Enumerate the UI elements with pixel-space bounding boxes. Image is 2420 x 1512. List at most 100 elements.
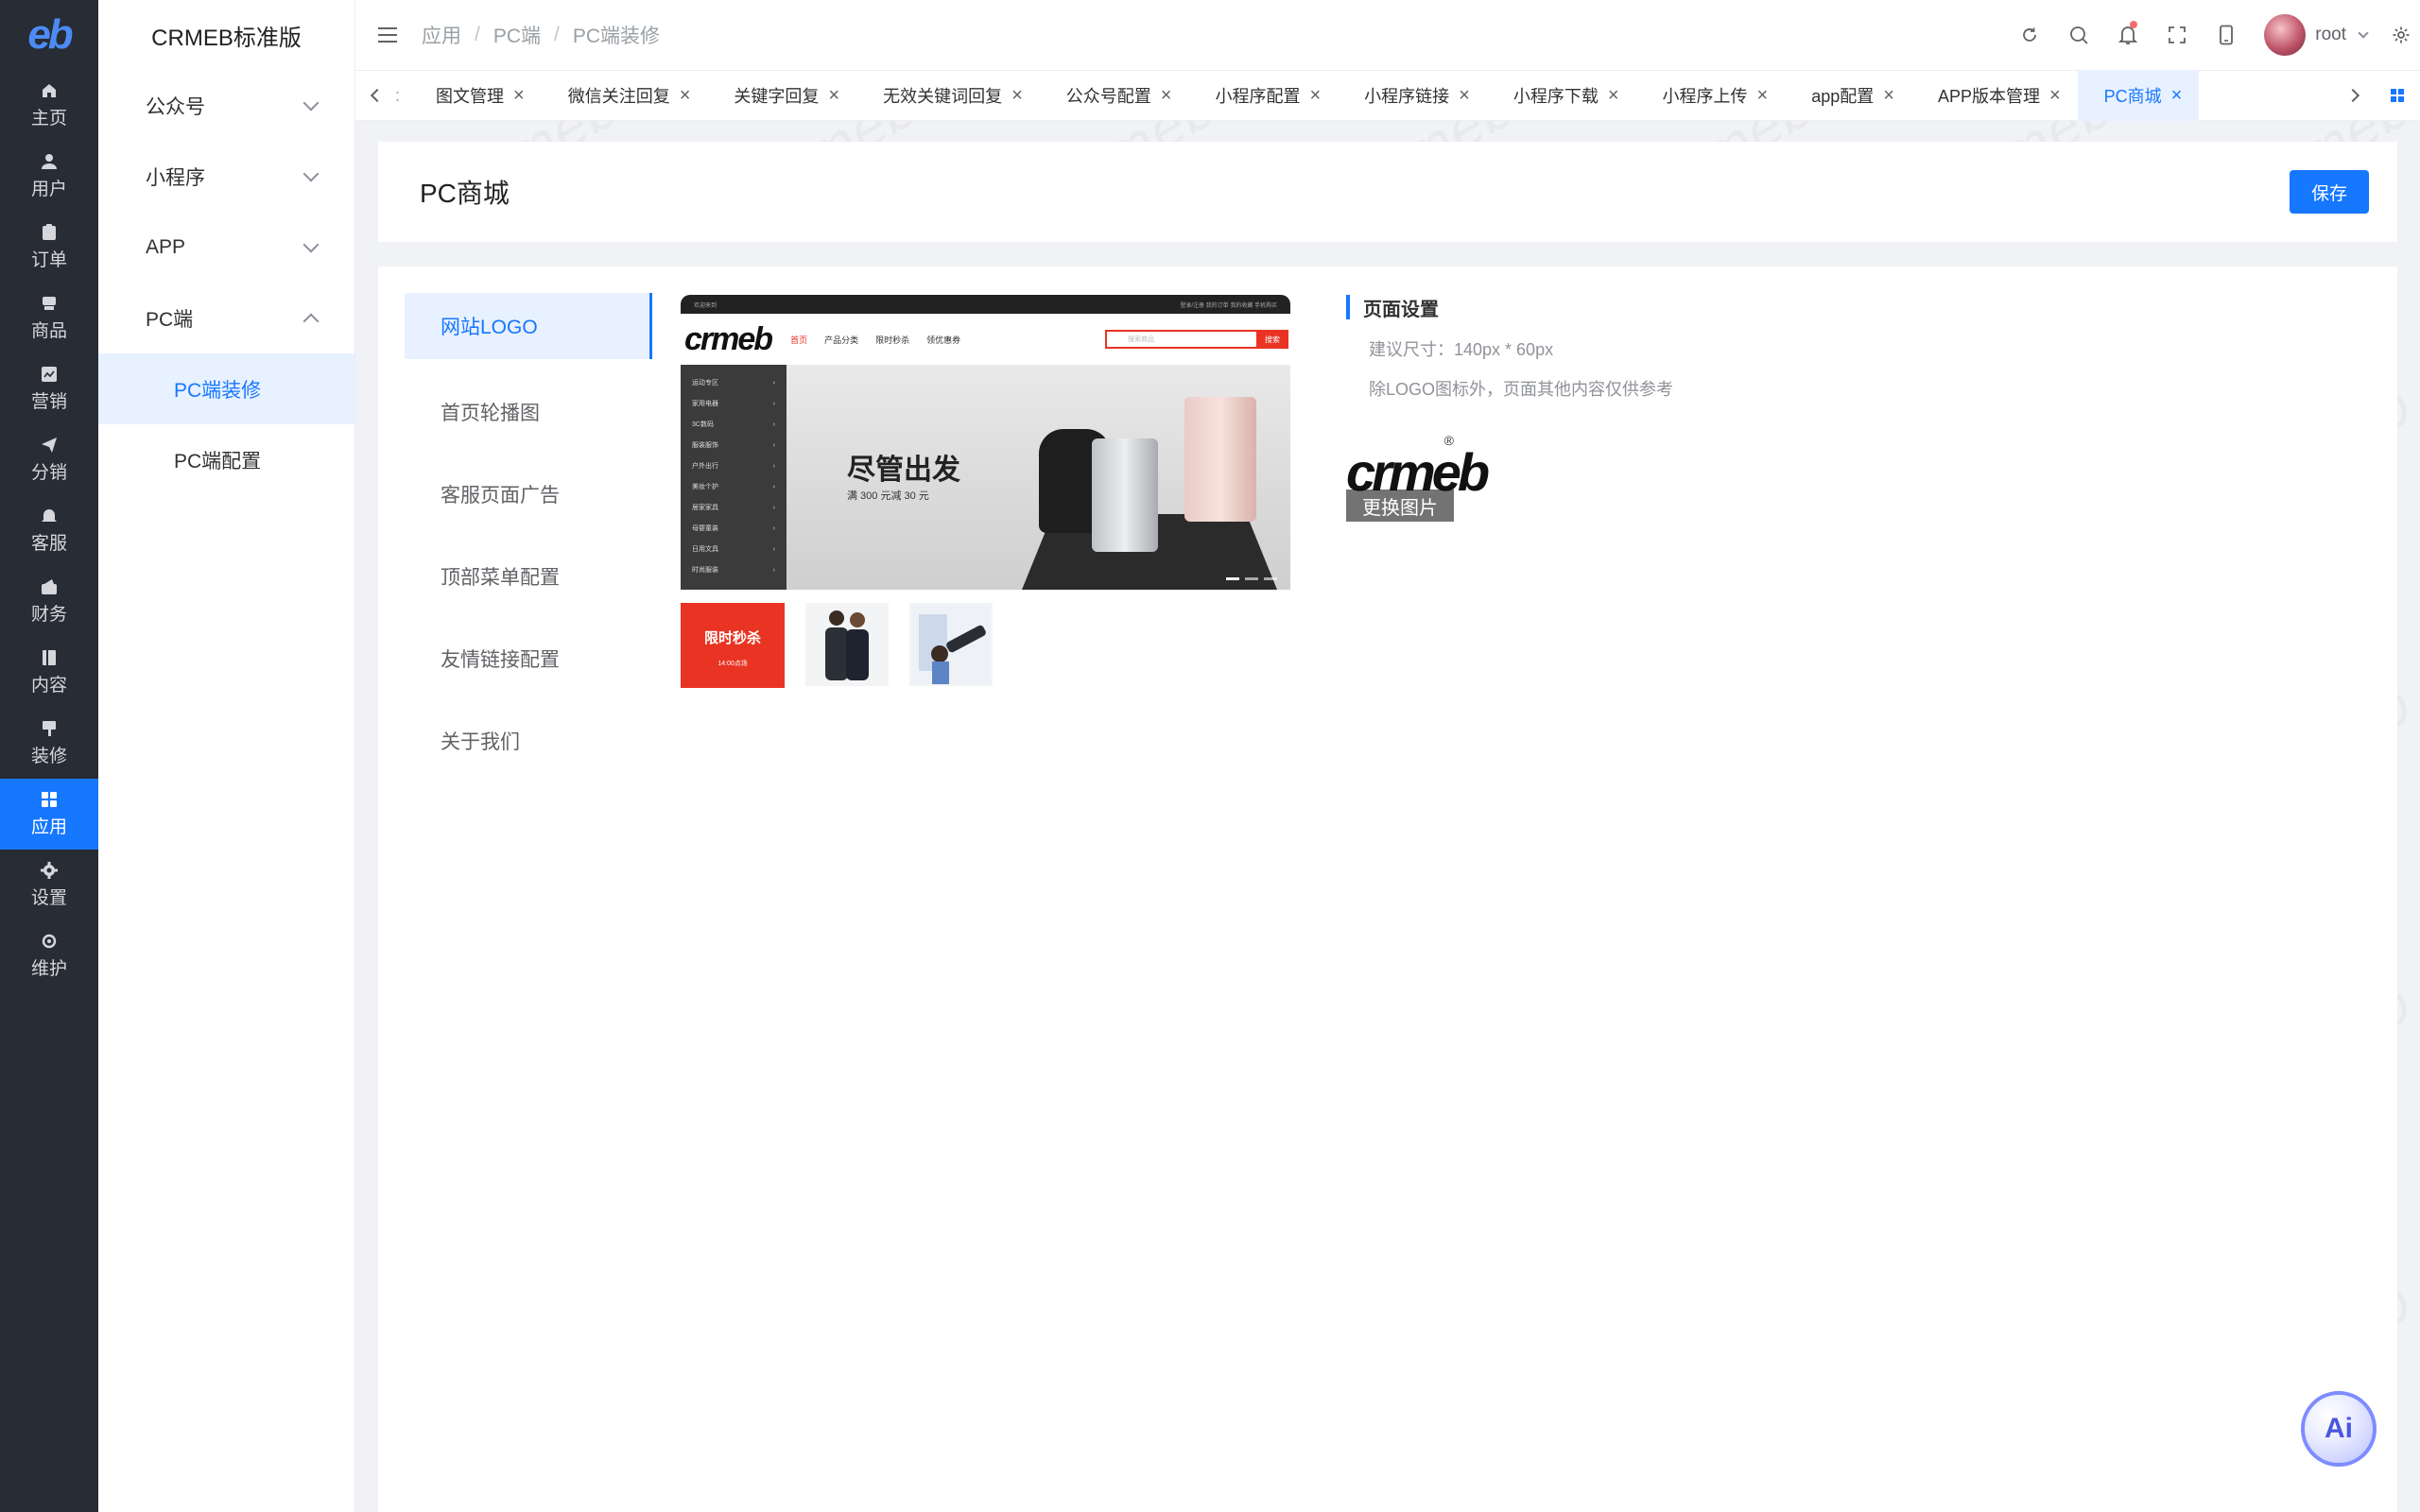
settings-title: 页面设置 [1346,295,1913,320]
rail-item-service[interactable]: 客服 [0,495,98,566]
rail-item-label: 财务 [30,605,67,625]
rail-item-apps[interactable]: 应用 [0,779,98,850]
close-icon[interactable]: × [1608,86,1619,105]
tab-item[interactable]: 图文管理 × [409,70,542,121]
apps-icon [40,790,59,809]
top-header: 应用 / PC端 / PC端装修 root [355,0,2420,70]
save-button[interactable]: 保存 [2290,170,2369,214]
tab-item[interactable]: PC商城 × [2077,70,2200,121]
close-icon[interactable]: × [828,86,839,105]
config-menu-item[interactable]: 关于我们 [405,699,652,782]
fullscreen-icon[interactable] [2152,0,2202,70]
tab-item[interactable]: APP版本管理 × [1911,70,2078,121]
breadcrumb-item[interactable]: 应用 [422,21,461,49]
config-menu-item[interactable]: 顶部菜单配置 [405,535,652,617]
refresh-icon[interactable] [2005,0,2054,70]
sidebar-group-pc[interactable]: PC端 [98,283,354,353]
rail-item-label: 商品 [30,321,67,341]
tab-item[interactable]: 公众号配置 × [1040,70,1189,121]
ai-assistant-button[interactable]: Ai [2301,1391,2377,1467]
config-menu: 网站LOGO 首页轮播图 客服页面广告 顶部菜单配置 友情链接配置 关于我们 [405,293,652,782]
close-icon[interactable]: × [680,86,691,105]
breadcrumb-item[interactable]: PC端 [493,21,541,49]
rail-item-decorate[interactable]: 装修 [0,708,98,779]
brand-logo[interactable]: eb [0,0,98,70]
gear-icon[interactable] [2382,0,2420,70]
bell-icon[interactable] [2103,0,2152,70]
config-menu-item[interactable]: 客服页面广告 [405,453,652,535]
chevron-down-icon [302,94,320,111]
size-tip: 建议尺寸：140px * 60px [1369,340,1554,359]
rail-item-user[interactable]: 用户 [0,141,98,212]
tab-item[interactable]: app配置 × [1785,70,1911,121]
preview-category: 运动专区 › [692,379,775,387]
preview-seckill: 限时秒杀 14:00点场 [681,603,785,688]
distribution-icon [40,436,59,455]
rail-item-finance[interactable]: 财务 [0,566,98,637]
config-menu-item[interactable]: 友情链接配置 [405,617,652,699]
pc-preview[interactable]: 欢迎来到 登录/注册 我的订单 我的收藏 手机购买 crmeb 首页 产品分类 限… [681,295,1290,697]
settings-note: 除LOGO图标外，页面其他内容仅供参考 [1369,380,1674,399]
rail-item-marketing[interactable]: 营销 [0,353,98,424]
product-icon [40,294,59,313]
rail-item-product[interactable]: 商品 [0,283,98,353]
sidebar-item-pc-decoration[interactable]: PC端装修 [98,353,354,424]
tab-partial: : [395,85,401,105]
tab-item[interactable]: 无效关键词回复 × [856,70,1040,121]
close-icon[interactable]: × [1459,86,1470,105]
sidebar-item-pc-config[interactable]: PC端配置 [98,424,354,495]
settings-icon [40,861,59,880]
tab-item[interactable]: 小程序链接 × [1338,70,1487,121]
tab-label: APP版本管理 [1937,87,2040,106]
preview-logo: crmeb [684,320,773,357]
sidebar-group-wechat[interactable]: 公众号 [98,70,354,141]
rail-item-settings[interactable]: 设置 [0,850,98,920]
tab-item[interactable]: 关键字回复 × [707,70,856,121]
tab-item[interactable]: 微信关注回复 × [542,70,708,121]
page-title: PC商城 [420,179,510,208]
rail-item-home[interactable]: 主页 [0,70,98,141]
user-name[interactable]: root [2315,25,2346,45]
close-icon[interactable]: × [2049,86,2061,105]
config-menu-item[interactable]: 首页轮播图 [405,370,652,453]
chevron-down-icon[interactable] [2358,27,2369,39]
avatar[interactable] [2264,14,2307,56]
tab-item[interactable]: 小程序下载 × [1487,70,1636,121]
rail-item-content[interactable]: 内容 [0,637,98,708]
menu-toggle-icon[interactable] [378,27,397,43]
decorate-icon [40,719,59,738]
grid-icon[interactable] [2375,70,2420,121]
preview-category: 居家家具 › [692,504,775,512]
config-menu-item[interactable]: 网站LOGO [405,293,652,359]
tabs-scroll-right-icon[interactable] [2337,70,2375,121]
preview-category: 户外出行 › [692,462,775,471]
tab-item[interactable]: 小程序配置 × [1188,70,1338,121]
rail-item-distribution[interactable]: 分销 [0,424,98,495]
replace-image-button[interactable]: 更换图片 [1346,490,1454,522]
close-icon[interactable]: × [1883,86,1894,105]
close-icon[interactable]: × [1161,86,1172,105]
rail-item-maintenance[interactable]: 维护 [0,920,98,991]
tabs-bar: : 图文管理 × 微信关注回复 × 关键字回复 × 无效关键词回复 × 公众号配置 × 小程序配置 ×… [355,70,2420,121]
preview-category: 时尚服装 › [692,566,775,575]
logo-upload[interactable]: crmeb ® 更换图片 [1346,433,1490,522]
close-icon[interactable]: × [1011,86,1023,105]
tab-label: 小程序上传 [1662,87,1748,106]
preview-category: 母婴童装 › [692,524,775,533]
tab-label: 小程序配置 [1215,87,1301,106]
rail-item-order[interactable]: 订单 [0,212,98,283]
tab-label: 公众号配置 [1065,87,1151,106]
rail-item-label: 客服 [30,534,67,554]
close-icon[interactable]: × [1757,86,1769,105]
sidebar-group-miniprogram[interactable]: 小程序 [98,141,354,212]
search-icon[interactable] [2054,0,2103,70]
close-icon[interactable]: × [513,86,525,105]
close-icon[interactable]: × [2171,86,2183,105]
tab-label: PC商城 [2103,87,2162,106]
mobile-icon[interactable] [2202,0,2251,70]
close-icon[interactable]: × [1309,86,1321,105]
sidebar-group-app[interactable]: APP [98,212,354,283]
home-icon [40,81,59,100]
tab-item[interactable]: 小程序上传 × [1636,70,1786,121]
tabs-scroll-left-icon[interactable] [355,70,393,121]
